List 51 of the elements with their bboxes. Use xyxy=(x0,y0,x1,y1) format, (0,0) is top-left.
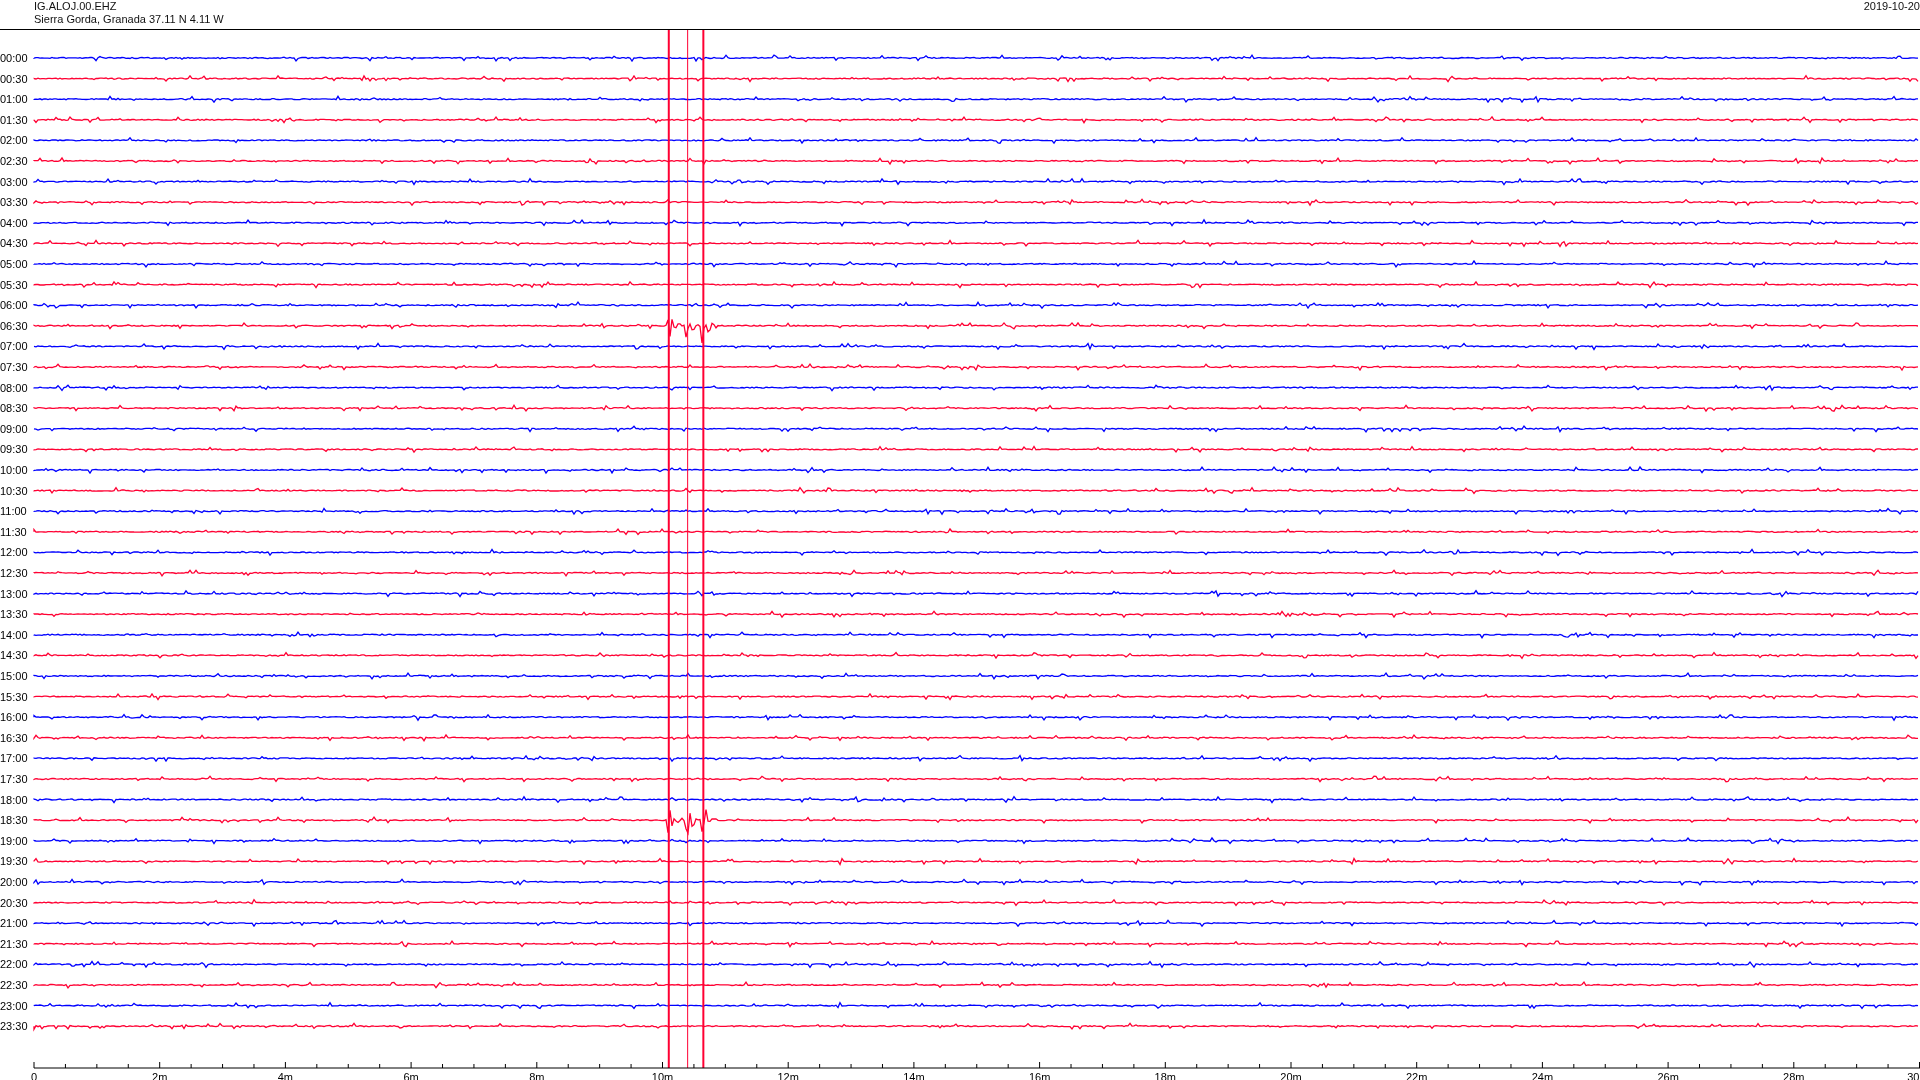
time-label: 07:00 xyxy=(0,340,28,353)
time-label: 16:00 xyxy=(0,711,28,724)
station-location: Sierra Gorda, Granada 37.11 N 4.11 W xyxy=(34,13,224,26)
time-label: 18:00 xyxy=(0,793,28,806)
time-label: 11:30 xyxy=(0,525,27,538)
time-label: 20:30 xyxy=(0,896,28,909)
time-label: 06:30 xyxy=(0,319,28,332)
time-label: 03:30 xyxy=(0,196,28,209)
time-label: 15:30 xyxy=(0,690,28,703)
time-label: 04:00 xyxy=(0,216,28,229)
time-label: 07:30 xyxy=(0,361,28,373)
time-label: 19:30 xyxy=(0,855,28,868)
time-label: 00:00 xyxy=(0,52,28,64)
time-label: 16:30 xyxy=(0,731,28,744)
time-label: 08:00 xyxy=(0,381,28,394)
time-label: 19:00 xyxy=(0,834,28,847)
time-label: 01:30 xyxy=(0,113,28,126)
time-label: 23:00 xyxy=(0,999,28,1012)
time-label: 02:00 xyxy=(0,134,28,147)
time-label: 03:00 xyxy=(0,175,28,188)
time-label: 01:00 xyxy=(0,93,28,106)
record-date: 2019-10-20 xyxy=(1863,0,1920,13)
time-label: 08:30 xyxy=(0,402,28,415)
time-label: 15:00 xyxy=(0,670,28,682)
time-label: 12:00 xyxy=(0,546,28,559)
time-label: 10:00 xyxy=(0,464,28,476)
time-label: 21:30 xyxy=(0,937,28,950)
time-label: 17:30 xyxy=(0,773,28,785)
time-label: 18:30 xyxy=(0,814,28,827)
time-label: 12:30 xyxy=(0,567,28,579)
station-code: IG.ALOJ.00.EHZ xyxy=(34,0,118,13)
time-label: 00:30 xyxy=(0,72,28,85)
time-label: 09:30 xyxy=(0,443,28,456)
time-label: 04:30 xyxy=(0,237,28,250)
time-label: 10:30 xyxy=(0,484,28,497)
time-label: 05:00 xyxy=(0,258,28,270)
time-label: 17:00 xyxy=(0,752,28,765)
time-label: 09:00 xyxy=(0,422,28,435)
time-label: 22:30 xyxy=(0,979,28,991)
time-label: 14:00 xyxy=(0,628,28,641)
time-label: 02:30 xyxy=(0,155,28,167)
time-label: 11:00 xyxy=(0,505,27,518)
time-label: 21:00 xyxy=(0,917,28,930)
time-label: 22:00 xyxy=(0,958,28,971)
time-label: 05:30 xyxy=(0,278,28,291)
time-label: 23:30 xyxy=(0,1020,28,1033)
time-label: 06:00 xyxy=(0,299,28,312)
time-label: 20:00 xyxy=(0,876,28,888)
time-label: 14:30 xyxy=(0,649,28,662)
time-label: 13:30 xyxy=(0,608,28,621)
time-label: 13:00 xyxy=(0,587,28,600)
